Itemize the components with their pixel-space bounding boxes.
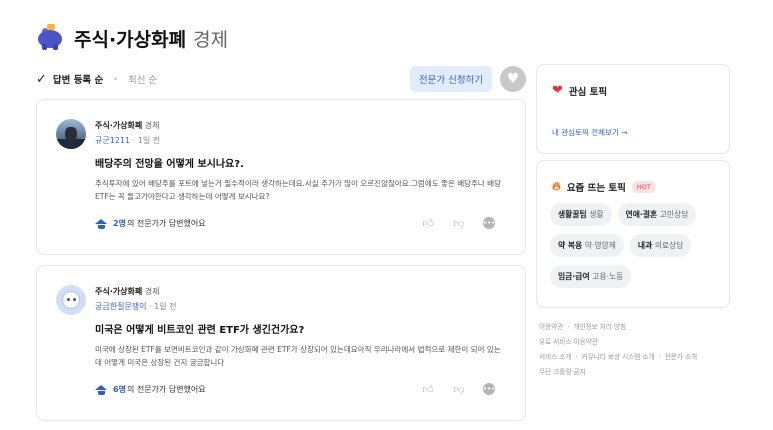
avatar[interactable]: [56, 285, 86, 315]
answer-summary: 2명 의 전문가가 답변했어요: [95, 218, 206, 229]
thumbs-up-icon[interactable]: 👍︎: [421, 216, 435, 230]
thumbs-down-icon[interactable]: 👎︎: [452, 216, 466, 230]
topic-chip[interactable]: 생활꿀팁 생활: [550, 203, 612, 226]
apply-expert-button[interactable]: 전문가 신청하기: [410, 66, 492, 92]
page-title: 주식·가상화폐: [74, 28, 187, 51]
question-card[interactable]: 주식·가상화폐 경제 규군1211 · 1일 전 배당주의 전망을 어떻게 보시…: [36, 99, 526, 255]
footer-links: 이용약관 · 개인정보 처리 방침 유료 서비스 이용약관 서비스 소개 · 커뮤니티 …: [539, 323, 698, 376]
heart-icon: ♥: [506, 71, 520, 87]
view-all-interest-link[interactable]: 내 관심토픽 전체보기 →: [552, 127, 628, 138]
terms-link[interactable]: 이용약관: [539, 323, 563, 331]
question-body: 주식투자에 있어 배당주를 포트에 넣는거 필수적이라 생각하는데요.사실 주가…: [95, 179, 501, 201]
graduation-cap-icon: [95, 218, 108, 229]
question-author[interactable]: 규군1211 · 1일 전: [95, 135, 160, 146]
sort-by-latest[interactable]: 최신 순: [128, 72, 157, 86]
piggy-bank-icon: [36, 24, 64, 52]
service-intro-link[interactable]: 서비스 소개: [539, 353, 571, 361]
page-header: 주식·가상화폐 경제: [36, 20, 228, 56]
expert-intro-link[interactable]: 전문가 소개: [665, 353, 697, 361]
separator-dot: •: [113, 74, 118, 84]
page-subtitle: 경제: [193, 28, 229, 51]
reward-system-link[interactable]: 커뮤니티 보상 시스템 소개: [582, 353, 655, 361]
thumbs-down-icon[interactable]: 👎︎: [452, 382, 466, 396]
question-author[interactable]: 궁금한질문쟁이 · 1일 전: [95, 301, 177, 312]
trending-topics-box: 🔥︎ 요즘 뜨는 토픽 HOT 생활꿀팁 생활 연애·결혼 고민상담 약 복용 …: [536, 160, 730, 308]
hot-badge: HOT: [631, 180, 656, 193]
sort-bar: ✓ 답변 등록 순 • 최신 순 전문가 신청하기 ♥: [36, 64, 526, 94]
graduation-cap-icon: [95, 384, 108, 395]
question-actions: 👍︎ 👎︎ •••: [421, 382, 495, 396]
topic-chip[interactable]: 약 복용 약·영양제: [550, 234, 624, 257]
interest-topics-title: ❤ 관심 토픽: [552, 83, 608, 98]
avatar[interactable]: [56, 119, 86, 149]
favorite-heart-button[interactable]: ♥: [500, 66, 526, 92]
question-actions: 👍︎ 👎︎ •••: [421, 216, 495, 230]
fire-icon: 🔥︎: [552, 179, 561, 193]
question-title[interactable]: 미국은 어떻게 비트코인 관련 ETF가 생긴건가요?: [95, 321, 304, 336]
paid-terms-link[interactable]: 유료 서비스 이용약관: [539, 338, 598, 346]
heart-icon: ❤: [552, 83, 563, 98]
question-category: 주식·가상화폐 경제: [95, 121, 160, 130]
question-title[interactable]: 배당주의 전망을 어떻게 보시나요?.: [95, 155, 244, 170]
question-body: 미국에 상장된 ETF를 보면비트코인과 같이 가상화폐 관련 ETF가 상장되…: [95, 345, 501, 367]
topic-chip[interactable]: 내과 의료상담: [629, 234, 692, 257]
topic-chip[interactable]: 임금·급여 고용·노동: [550, 265, 632, 288]
trending-topics-title: 🔥︎ 요즘 뜨는 토픽 HOT: [552, 179, 656, 194]
check-icon: ✓: [36, 71, 47, 87]
interest-topics-box: ❤ 관심 토픽 내 관심토픽 전체보기 →: [536, 64, 730, 154]
crawling-notice: 무단 크롤링 금지: [539, 368, 586, 376]
answer-summary: 6명 의 전문가가 답변했어요: [95, 384, 206, 395]
question-card[interactable]: 주식·가상화폐 경제 궁금한질문쟁이 · 1일 전 미국은 어떻게 비트코인 관…: [36, 265, 526, 421]
thumbs-up-icon[interactable]: 👍︎: [421, 382, 435, 396]
topic-chips: 생활꿀팁 생활 연애·결혼 고민상담 약 복용 약·영양제 내과 의료상담 임금…: [550, 203, 726, 288]
comment-icon[interactable]: •••: [483, 217, 495, 229]
topic-chip[interactable]: 연애·결혼 고민상담: [617, 203, 697, 226]
question-category: 주식·가상화폐 경제: [95, 287, 160, 296]
comment-icon[interactable]: •••: [483, 383, 495, 395]
sort-by-answer[interactable]: ✓ 답변 등록 순: [36, 72, 103, 87]
sort-active-label: 답변 등록 순: [52, 75, 104, 86]
privacy-link[interactable]: 개인정보 처리 방침: [573, 323, 626, 331]
